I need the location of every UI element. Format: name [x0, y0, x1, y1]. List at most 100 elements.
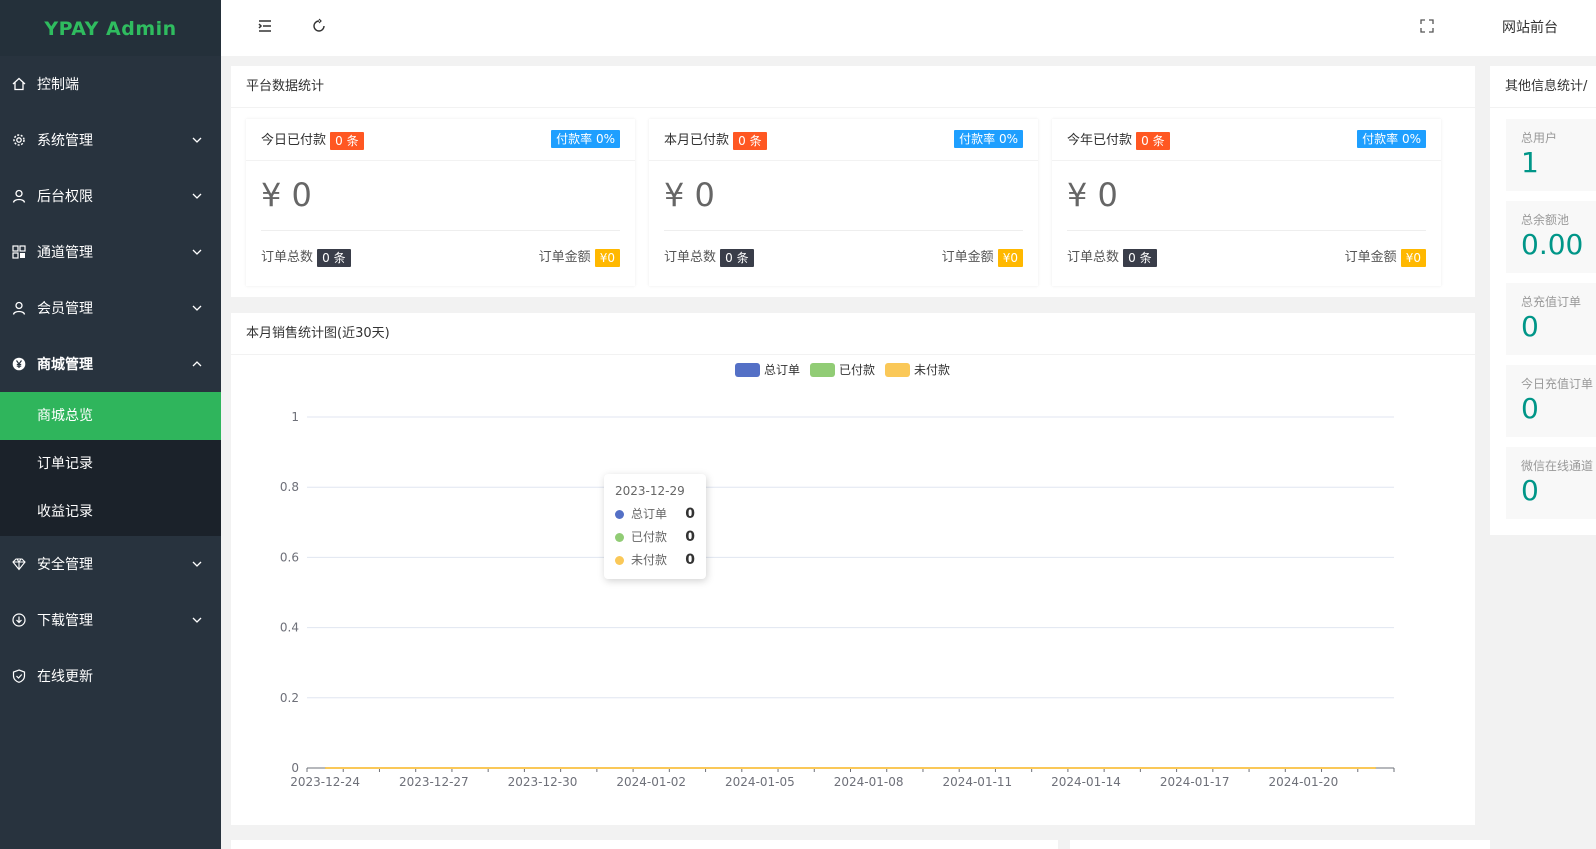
- other-stats-title: 其他信息统计/: [1490, 66, 1596, 108]
- user-icon: [12, 301, 26, 315]
- menu-toggle-icon[interactable]: [256, 17, 274, 35]
- paid-amount: ¥ 0: [261, 161, 620, 231]
- app-logo: YPAY Admin: [0, 0, 221, 56]
- stat-block-value: 0: [1521, 310, 1539, 343]
- stat-block-value: 0.00: [1521, 228, 1584, 261]
- chevron-down-icon: [192, 617, 202, 623]
- x-tick-label: 2023-12-30: [508, 775, 578, 789]
- sidebar-item-label: 系统管理: [37, 133, 93, 149]
- orders-total-label: 订单总数: [261, 250, 314, 265]
- other-stats-card: 其他信息统计/ 总用户 1 总余额池 0.00 总充值订单 0 今日充值订单 0…: [1490, 66, 1596, 535]
- order-amount-group: 订单金额 ¥0: [539, 231, 620, 285]
- paid-count-badge: 0 条: [733, 131, 767, 150]
- stat-card-foot: 订单总数 0 条 订单金额 ¥0: [649, 231, 1038, 285]
- x-tick-label: 2024-01-14: [1051, 775, 1121, 789]
- sidebar-item-dashboard[interactable]: 控制端: [0, 56, 221, 112]
- paid-amount: ¥ 0: [664, 161, 1023, 231]
- sidebar-item-system[interactable]: 系统管理: [0, 112, 221, 168]
- stat-block-label: 总用户: [1521, 131, 1558, 145]
- sidebar-item-download[interactable]: 下载管理: [0, 592, 221, 648]
- sidebar-item-label: 安全管理: [37, 557, 93, 573]
- stat-block-today-recharge: 今日充值订单 0: [1506, 365, 1596, 437]
- download-icon: [12, 613, 26, 627]
- sidebar-item-label: 会员管理: [37, 301, 93, 317]
- legend-swatch: [735, 363, 760, 377]
- stat-card-label: 今年已付款: [1067, 133, 1133, 148]
- order-amount-badge: ¥0: [594, 248, 620, 267]
- sidebar-subitem-order-records[interactable]: 订单记录: [0, 440, 221, 488]
- pay-rate-badge: 付款率 0%: [1357, 130, 1426, 148]
- chevron-up-icon: [192, 361, 202, 367]
- paid-amount: ¥ 0: [1067, 161, 1426, 231]
- sidebar-item-member[interactable]: 会员管理: [0, 280, 221, 336]
- bottom-card-right: [1070, 840, 1490, 849]
- sidebar-item-admin-permission[interactable]: 后台权限: [0, 168, 221, 224]
- paid-count-badge: 0 条: [330, 131, 364, 150]
- x-tick-label: 2023-12-27: [399, 775, 469, 789]
- sidebar-item-label: 后台权限: [37, 189, 93, 205]
- legend-swatch: [810, 363, 835, 377]
- tooltip-dot: [615, 510, 624, 519]
- stat-block-total-users: 总用户 1: [1506, 119, 1596, 191]
- y-tick-label: 0: [291, 761, 299, 775]
- fullscreen-icon[interactable]: [1419, 18, 1435, 34]
- sidebar-item-label: 通道管理: [37, 245, 93, 261]
- stat-block-label: 微信在线通道: [1521, 459, 1594, 473]
- orders-total-badge: 0 条: [1123, 248, 1157, 267]
- chevron-down-icon: [192, 137, 202, 143]
- order-amount-group: 订单金额 ¥0: [942, 231, 1023, 285]
- pay-rate-badge: 付款率 0%: [551, 130, 620, 148]
- chevron-down-icon: [192, 305, 202, 311]
- stat-card-foot: 订单总数 0 条 订单金额 ¥0: [1052, 231, 1441, 285]
- tooltip-series-name: 未付款: [631, 553, 668, 567]
- refresh-icon[interactable]: [310, 17, 328, 35]
- stat-block-value: 0: [1521, 392, 1539, 425]
- site-frontend-link[interactable]: 网站前台: [1502, 17, 1558, 37]
- sidebar-item-label: 商城管理: [37, 357, 93, 373]
- sidebar-item-channel[interactable]: 通道管理: [0, 224, 221, 280]
- order-amount-badge: ¥0: [997, 248, 1023, 267]
- order-amount-label: 订单金额: [941, 250, 994, 265]
- x-tick-label: 2024-01-02: [616, 775, 686, 789]
- order-amount-label: 订单金额: [538, 250, 591, 265]
- sales-line-chart[interactable]: 0 0.2 0.4 0.6 0.8 1 2023-12-24 2023-12-27 2023-1…: [231, 355, 1475, 825]
- tooltip-date: 2023-12-29: [615, 484, 685, 498]
- tooltip-row: 已付款 0: [615, 526, 695, 549]
- sales-chart-title: 本月销售统计图(近30天): [231, 313, 1475, 355]
- x-tick-label: 2024-01-05: [725, 775, 795, 789]
- shield-icon: [12, 669, 26, 683]
- pay-rate-badge: 付款率 0%: [954, 130, 1023, 148]
- sidebar-item-mall[interactable]: 商城管理: [0, 336, 221, 392]
- apps-icon: [12, 245, 26, 259]
- y-tick-label: 1: [291, 410, 299, 424]
- platform-stats-card: 平台数据统计 今日已付款 0 条 付款率 0% ¥ 0 订单总数 0 条 订单金…: [231, 66, 1475, 297]
- orders-total-badge: 0 条: [720, 248, 754, 267]
- stat-card-today: 今日已付款 0 条 付款率 0% ¥ 0 订单总数 0 条 订单金额 ¥0: [246, 119, 635, 286]
- sidebar-item-security[interactable]: 安全管理: [0, 536, 221, 592]
- sidebar-subitem-income-records[interactable]: 收益记录: [0, 488, 221, 536]
- orders-total-label: 订单总数: [664, 250, 717, 265]
- x-tick-label: 2023-12-24: [290, 775, 360, 789]
- orders-total-badge: 0 条: [317, 248, 351, 267]
- tooltip-dot: [615, 533, 624, 542]
- mall-submenu: 商城总览 订单记录 收益记录: [0, 392, 221, 536]
- order-amount-label: 订单金额: [1344, 250, 1397, 265]
- stat-block-label: 总充值订单: [1521, 295, 1582, 309]
- tooltip-series-name: 总订单: [631, 507, 668, 521]
- tooltip-dot: [615, 556, 624, 565]
- sidebar-subitem-mall-overview[interactable]: 商城总览: [0, 392, 221, 440]
- user-icon: [12, 189, 26, 203]
- stat-card-head: 今年已付款 0 条 付款率 0%: [1052, 119, 1441, 161]
- sidebar-item-label: 在线更新: [37, 669, 93, 685]
- order-amount-badge: ¥0: [1400, 248, 1426, 267]
- top-header: 网站前台: [221, 0, 1596, 56]
- y-tick-label: 0.8: [280, 480, 299, 494]
- stat-card-foot: 订单总数 0 条 订单金额 ¥0: [246, 231, 635, 285]
- stat-card-month: 本月已付款 0 条 付款率 0% ¥ 0 订单总数 0 条 订单金额 ¥0: [649, 119, 1038, 286]
- y-tick-label: 0.6: [280, 550, 299, 564]
- sidebar-item-online-update[interactable]: 在线更新: [0, 648, 221, 704]
- tooltip-row: 未付款 0: [615, 549, 695, 572]
- chevron-down-icon: [192, 249, 202, 255]
- tooltip-value: 0: [685, 529, 695, 545]
- x-tick-label: 2024-01-08: [834, 775, 904, 789]
